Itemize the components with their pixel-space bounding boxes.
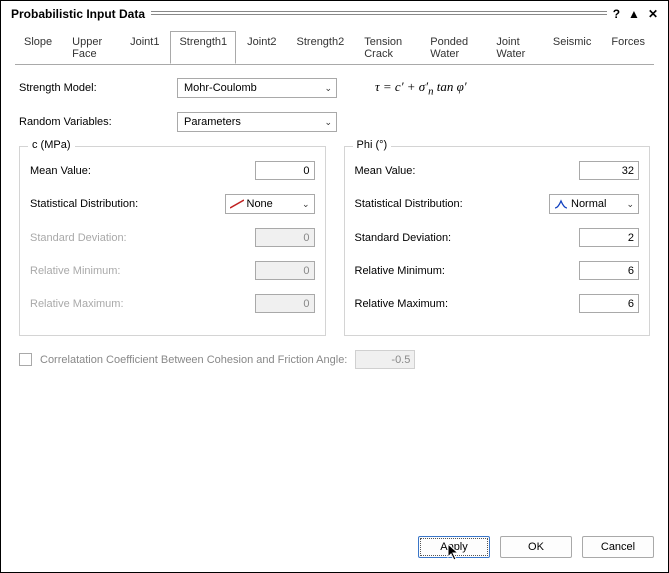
phi-std-input[interactable] [579, 228, 639, 247]
tab-joint2[interactable]: Joint2 [238, 31, 285, 64]
c-max-label: Relative Maximum: [30, 298, 255, 310]
strength-model-label: Strength Model: [19, 82, 169, 94]
c-max-input [255, 294, 315, 313]
correlation-label: Correlatation Coefficient Between Cohesi… [40, 354, 347, 366]
random-vars-value: Parameters [184, 116, 241, 128]
tab-ponded-water[interactable]: Ponded Water [421, 31, 485, 64]
title-bar: Probabilistic Input Data ? ▲ ✕ [1, 1, 668, 25]
none-dist-icon [230, 199, 244, 209]
tab-upper-face[interactable]: Upper Face [63, 31, 119, 64]
tab-seismic[interactable]: Seismic [544, 31, 601, 64]
group-c: c (MPa) Mean Value: Statistical Distribu… [19, 146, 326, 336]
phi-max-input[interactable] [579, 294, 639, 313]
title-rule [151, 11, 607, 17]
tab-strength1[interactable]: Strength1 [170, 31, 236, 64]
tab-bar: SlopeUpper FaceJoint1Strength1Joint2Stre… [1, 25, 668, 65]
correlation-checkbox[interactable] [19, 353, 32, 366]
phi-mean-label: Mean Value: [355, 165, 580, 177]
phi-min-label: Relative Minimum: [355, 265, 580, 277]
normal-dist-icon [554, 199, 568, 209]
apply-button[interactable]: Apply [418, 536, 490, 558]
chevron-down-icon: ⌄ [302, 199, 310, 210]
tab-joint-water[interactable]: Joint Water [487, 31, 541, 64]
c-dist-label: Statistical Distribution: [30, 198, 225, 210]
equation: τ = c′ + σ′n tan φ′ [375, 79, 467, 98]
correlation-input [355, 350, 415, 369]
c-dist-value: None [247, 198, 299, 210]
window-title: Probabilistic Input Data [11, 7, 145, 21]
close-icon[interactable]: ✕ [648, 7, 658, 21]
tab-forces[interactable]: Forces [602, 31, 654, 64]
button-bar: Apply OK Cancel [418, 536, 654, 558]
cancel-button[interactable]: Cancel [582, 536, 654, 558]
c-mean-label: Mean Value: [30, 165, 255, 177]
group-phi-title: Phi (°) [353, 139, 392, 151]
phi-dist-value: Normal [571, 198, 623, 210]
help-icon[interactable]: ? [613, 7, 620, 21]
group-c-title: c (MPa) [28, 139, 75, 151]
c-mean-input[interactable] [255, 161, 315, 180]
c-dist-select[interactable]: None ⌄ [225, 194, 315, 214]
phi-dist-select[interactable]: Normal ⌄ [549, 194, 639, 214]
c-std-label: Standard Deviation: [30, 232, 255, 244]
tab-strength2[interactable]: Strength2 [288, 31, 354, 64]
ok-button[interactable]: OK [500, 536, 572, 558]
tab-joint1[interactable]: Joint1 [121, 31, 168, 64]
phi-max-label: Relative Maximum: [355, 298, 580, 310]
random-vars-label: Random Variables: [19, 116, 169, 128]
group-phi: Phi (°) Mean Value: Statistical Distribu… [344, 146, 651, 336]
tab-slope[interactable]: Slope [15, 31, 61, 64]
chevron-down-icon: ⌄ [626, 199, 634, 210]
strength-model-value: Mohr-Coulomb [184, 82, 257, 94]
tab-tension-crack[interactable]: Tension Crack [355, 31, 419, 64]
strength-model-select[interactable]: Mohr-Coulomb ⌄ [177, 78, 337, 98]
chevron-down-icon: ⌄ [324, 83, 332, 94]
c-std-input [255, 228, 315, 247]
phi-min-input[interactable] [579, 261, 639, 280]
phi-std-label: Standard Deviation: [355, 232, 580, 244]
phi-dist-label: Statistical Distribution: [355, 198, 550, 210]
c-min-label: Relative Minimum: [30, 265, 255, 277]
c-min-input [255, 261, 315, 280]
collapse-icon[interactable]: ▲ [628, 7, 640, 21]
phi-mean-input[interactable] [579, 161, 639, 180]
random-vars-select[interactable]: Parameters ⌄ [177, 112, 337, 132]
chevron-down-icon: ⌄ [324, 117, 332, 128]
